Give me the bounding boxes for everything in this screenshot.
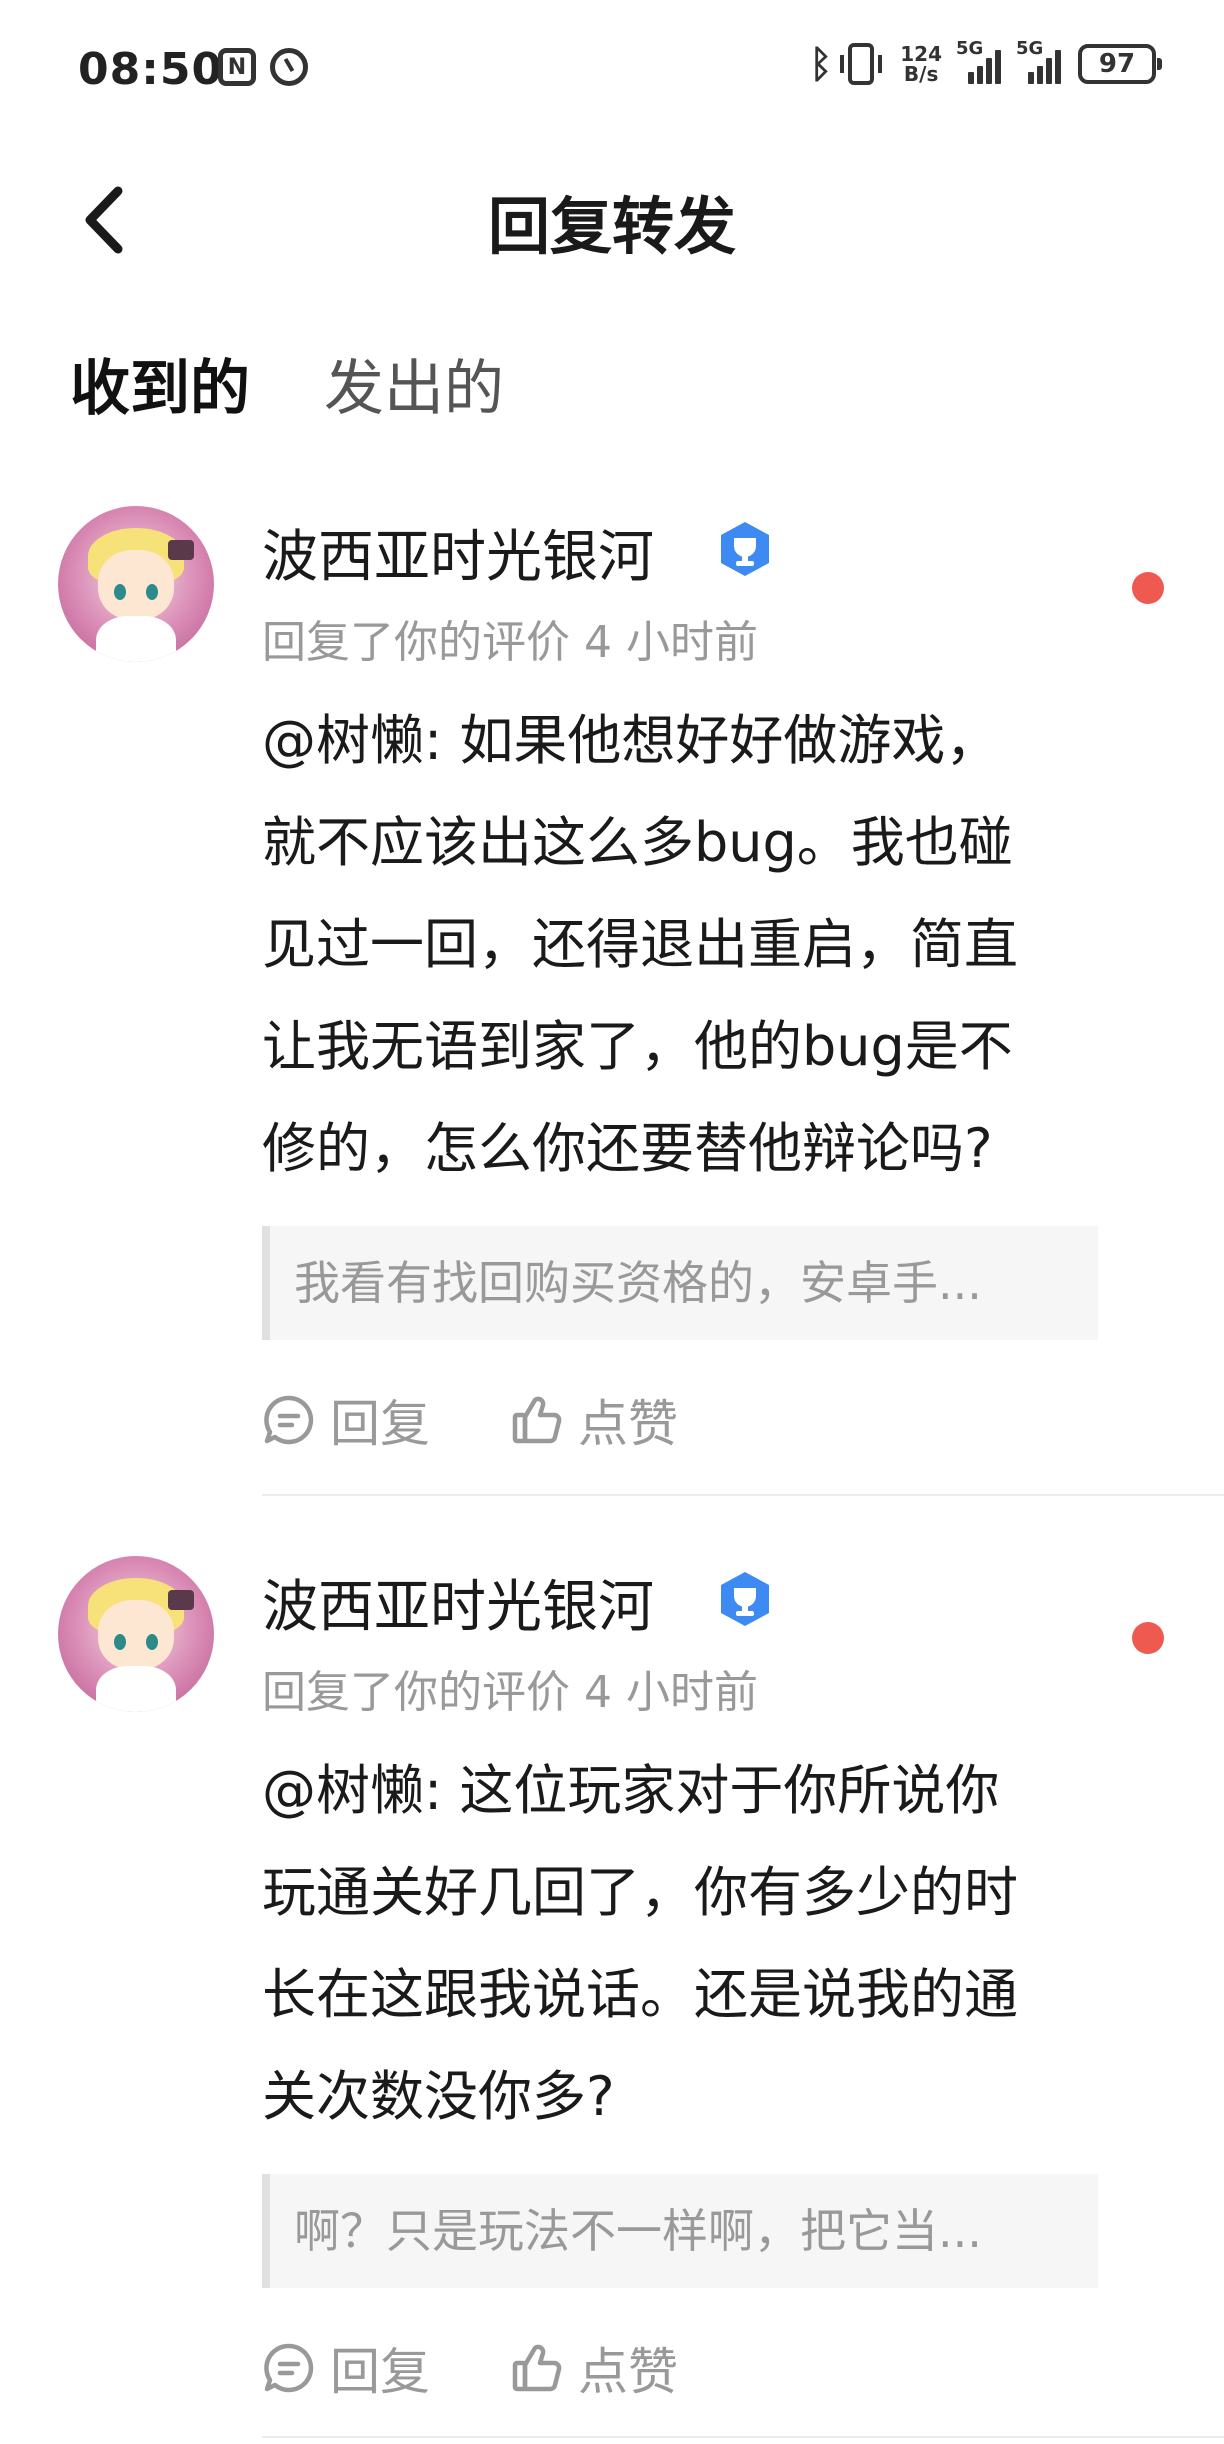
reply-actions: 回复 点赞 <box>262 1384 678 1456</box>
like-button-label: 点赞 <box>578 1395 678 1453</box>
avatar[interactable] <box>58 1556 214 1712</box>
tab-received-label: 收到的 <box>70 354 250 424</box>
reply-content-line: 修的，怎么你还要替他辩论吗? <box>262 1117 993 1180</box>
comment-icon <box>264 1395 314 1445</box>
reply-content-line: 让我无语到家了，他的bug是不 <box>262 1015 1013 1078</box>
like-button[interactable]: 点赞 <box>510 2332 678 2404</box>
unread-dot <box>1132 572 1164 604</box>
status-time: 08:50 <box>78 44 224 95</box>
sim1-label: 5G <box>956 38 984 59</box>
signal-sim2-icon: 5G <box>1016 38 1062 84</box>
divider <box>262 2436 1224 2438</box>
status-left-icons: N <box>218 48 308 86</box>
battery-icon: 97 <box>1078 44 1162 84</box>
sim2-label: 5G <box>1016 38 1044 59</box>
tab-sent-label: 发出的 <box>324 354 504 424</box>
reply-content-line: @树懒: 如果他想好好做游戏， <box>262 709 1000 772</box>
status-right-icons: ᛒ 124 B/s 5G 5G 97 <box>809 38 1162 86</box>
thumbs-up-icon <box>512 2344 562 2392</box>
quoted-review[interactable]: 我看有找回购买资格的，安卓手... <box>262 1226 1098 1340</box>
network-speed-unit: B/s <box>903 62 939 86</box>
alarm-icon <box>270 48 308 86</box>
signal-sim1-icon: 5G <box>956 38 1002 84</box>
reply-content-line: 长在这跟我说话。还是说我的通 <box>262 1963 1018 2026</box>
vibrate-icon <box>840 43 883 85</box>
thumbs-up-icon <box>512 1396 562 1444</box>
reply-button[interactable]: 回复 <box>262 2332 430 2404</box>
reply-content-line: 就不应该出这么多bug。我也碰 <box>262 811 1013 874</box>
page-title: 回复转发 <box>487 190 736 263</box>
tab-received[interactable]: 收到的 <box>70 340 250 427</box>
reply-content-line: @树懒: 这位玩家对于你所说你 <box>262 1759 1000 1822</box>
status-bar: 08:50 N ᛒ 124 B/s 5G 5G 97 <box>0 0 1224 140</box>
reply-meta: 回复了你的评价 4 小时前 <box>262 617 758 668</box>
avatar[interactable] <box>58 506 214 662</box>
reply-actions: 回复 点赞 <box>262 2332 678 2404</box>
tab-bar: 收到的 发出的 <box>70 340 504 427</box>
reply-content-line: 关次数没你多? <box>262 2065 615 2128</box>
username[interactable]: 波西亚时光银河 <box>262 512 654 593</box>
unread-dot <box>1132 1622 1164 1654</box>
reply-meta: 回复了你的评价 4 小时前 <box>262 1667 758 1718</box>
verified-trophy-icon <box>721 522 769 576</box>
bluetooth-icon: ᛒ <box>809 42 833 86</box>
reply-content: @树懒: 如果他想好好做游戏， 就不应该出这么多bug。我也碰 见过一回，还得退… <box>262 690 1162 1200</box>
reply-forward-page: 08:50 N ᛒ 124 B/s 5G 5G 97 回复转发 收到的 发出的 … <box>0 0 1224 2444</box>
reply-content-line: 玩通关好几回了，你有多少的时 <box>262 1861 1018 1924</box>
reply-button[interactable]: 回复 <box>262 1384 430 1456</box>
header: 回复转发 <box>0 150 1224 280</box>
comment-icon <box>264 2343 314 2393</box>
quoted-review[interactable]: 啊？只是玩法不一样啊，把它当... <box>262 2174 1098 2288</box>
reply-content: @树懒: 这位玩家对于你所说你 玩通关好几回了，你有多少的时 长在这跟我说话。还… <box>262 1740 1162 2148</box>
verified-trophy-icon <box>721 1572 769 1626</box>
like-button[interactable]: 点赞 <box>510 1384 678 1456</box>
tab-sent[interactable]: 发出的 <box>324 340 504 427</box>
network-speed: 124 B/s <box>900 44 942 84</box>
reply-button-label: 回复 <box>330 1395 430 1453</box>
reply-content-line: 见过一回，还得退出重启，简直 <box>262 913 1018 976</box>
network-speed-value: 124 <box>900 42 942 66</box>
username[interactable]: 波西亚时光银河 <box>262 1562 654 1643</box>
divider <box>262 1494 1224 1496</box>
like-button-label: 点赞 <box>578 2343 678 2401</box>
reply-button-label: 回复 <box>330 2343 430 2401</box>
nfc-icon: N <box>218 48 256 86</box>
